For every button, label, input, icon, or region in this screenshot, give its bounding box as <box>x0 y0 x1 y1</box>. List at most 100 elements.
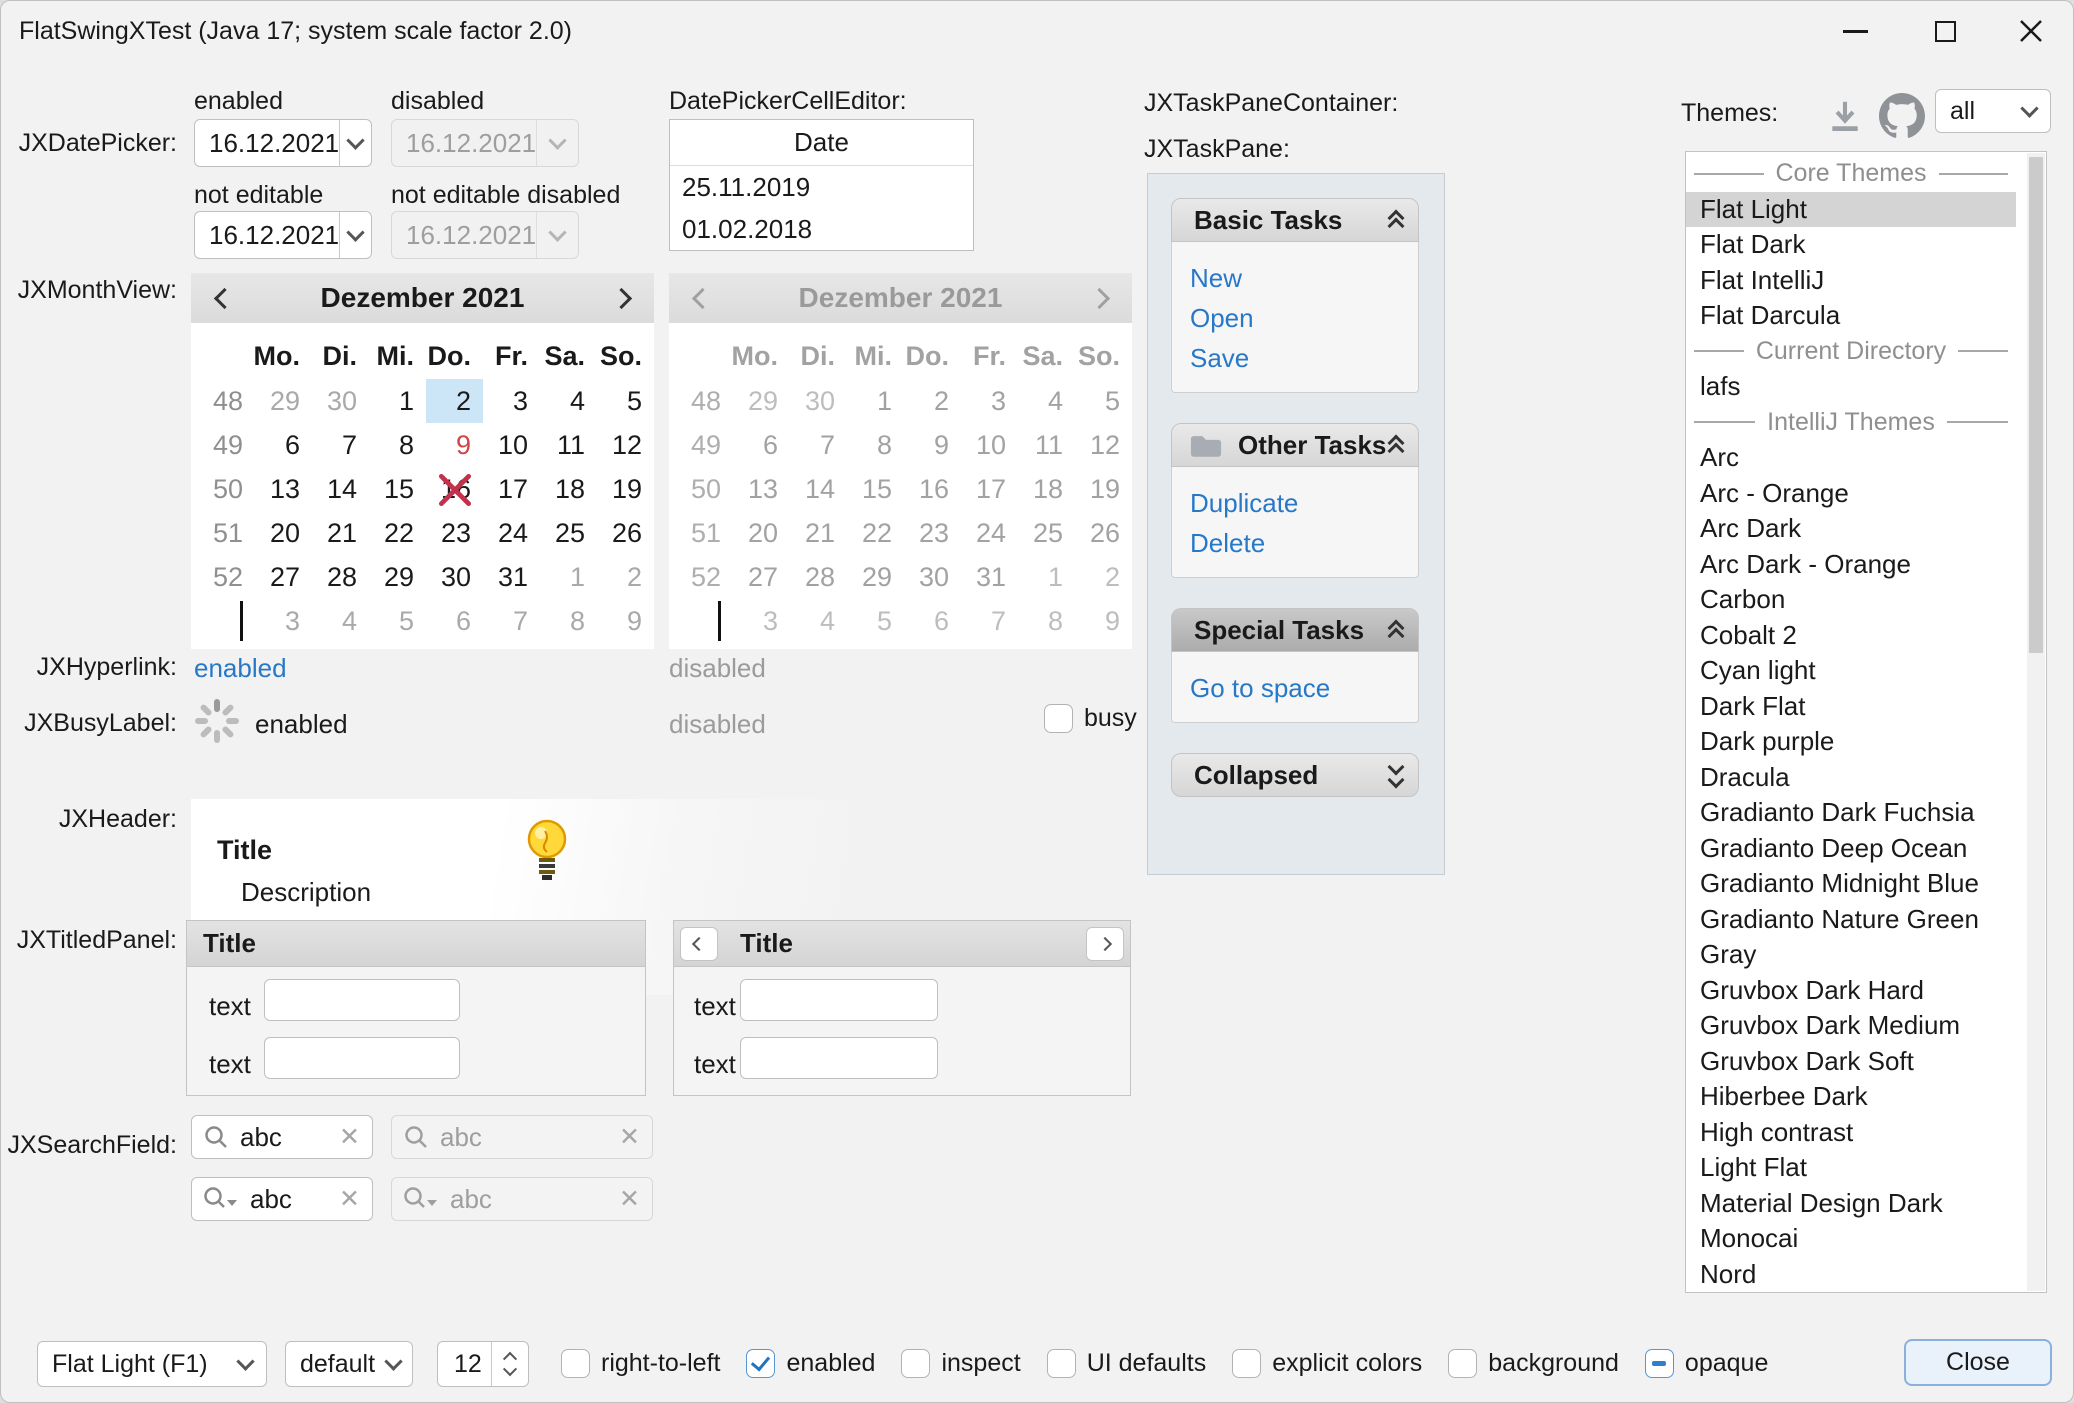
day-cell[interactable]: 7 <box>483 599 540 643</box>
day-cell[interactable]: 3 <box>483 379 540 423</box>
task-link-open[interactable]: Open <box>1190 298 1418 338</box>
theme-list-item[interactable]: Dark Flat <box>1686 689 2016 725</box>
theme-list-item[interactable]: Gruvbox Dark Medium <box>1686 1008 2016 1044</box>
day-cell[interactable]: 8 <box>540 599 597 643</box>
day-cell[interactable]: 19 <box>597 467 654 511</box>
checkbox-background[interactable]: background <box>1448 1349 1619 1378</box>
themes-filter-combo[interactable]: all <box>1935 89 2051 133</box>
day-cell[interactable]: 30 <box>426 555 483 599</box>
theme-list-item[interactable]: Dracula <box>1686 760 2016 796</box>
panel-prev-button[interactable] <box>680 927 718 961</box>
day-cell[interactable]: 24 <box>483 511 540 555</box>
day-cell[interactable]: 29 <box>369 555 426 599</box>
theme-list-item[interactable]: High contrast <box>1686 1115 2016 1151</box>
day-cell[interactable]: 6 <box>426 599 483 643</box>
day-cell[interactable]: 20 <box>255 511 312 555</box>
checkbox-ui-defaults[interactable]: UI defaults <box>1047 1349 1207 1378</box>
day-cell[interactable]: 1 <box>369 379 426 423</box>
day-cell[interactable]: 22 <box>369 511 426 555</box>
hyperlink-enabled[interactable]: enabled <box>194 653 287 684</box>
day-cell[interactable]: 4 <box>540 379 597 423</box>
day-cell[interactable]: 12 <box>597 423 654 467</box>
maximize-button[interactable] <box>1919 9 1971 53</box>
day-cell[interactable]: 16 <box>426 467 483 511</box>
next-month-button[interactable] <box>596 273 646 323</box>
search-input[interactable] <box>240 1183 327 1216</box>
text-field[interactable] <box>264 1037 460 1079</box>
day-cell[interactable]: 9 <box>597 599 654 643</box>
day-cell[interactable]: 9 <box>426 423 483 467</box>
day-cell[interactable]: 5 <box>597 379 654 423</box>
theme-list-item[interactable]: Hiberbee Dark <box>1686 1079 2016 1115</box>
theme-list-item[interactable]: Nord <box>1686 1257 2016 1293</box>
theme-list-item[interactable]: Flat IntelliJ <box>1686 263 2016 299</box>
datepicker-enabled[interactable]: 16.12.2021 <box>194 119 372 167</box>
theme-list-item[interactable]: Arc <box>1686 440 2016 476</box>
searchfield-enabled[interactable]: ✕ <box>191 1115 373 1159</box>
day-cell[interactable]: 21 <box>312 511 369 555</box>
task-link-new[interactable]: New <box>1190 258 1418 298</box>
prev-month-button[interactable] <box>199 273 249 323</box>
day-cell[interactable]: 2 <box>597 555 654 599</box>
panel-next-button[interactable] <box>1086 927 1124 961</box>
day-cell[interactable]: 4 <box>312 599 369 643</box>
close-button[interactable]: Close <box>1904 1339 2052 1386</box>
taskpane-header-other-tasks[interactable]: Other Tasks <box>1171 423 1419 467</box>
day-cell[interactable]: 30 <box>312 379 369 423</box>
theme-list-item[interactable]: Monocai <box>1686 1221 2016 1257</box>
checkbox-enabled[interactable]: enabled <box>746 1349 875 1378</box>
magnifier-dropdown-icon[interactable] <box>192 1185 240 1213</box>
table-row[interactable]: 25.11.2019 <box>670 166 973 208</box>
checkbox-explicit-colors[interactable]: explicit colors <box>1232 1349 1422 1378</box>
spinner-buttons[interactable] <box>491 1342 528 1386</box>
font-size-spinner[interactable]: 12 <box>437 1341 529 1387</box>
day-cell[interactable]: 27 <box>255 555 312 599</box>
scrollbar-thumb[interactable] <box>2029 157 2043 653</box>
text-field[interactable] <box>740 1037 938 1079</box>
search-input[interactable] <box>230 1121 327 1154</box>
theme-list-item[interactable]: Gradianto Deep Ocean <box>1686 831 2016 867</box>
day-cell[interactable]: 7 <box>312 423 369 467</box>
day-cell[interactable]: 14 <box>312 467 369 511</box>
date-value[interactable]: 16.12.2021 <box>195 128 339 159</box>
font-combo[interactable]: default <box>285 1341 413 1387</box>
day-cell[interactable]: 6 <box>255 423 312 467</box>
searchfield-dropdown-enabled[interactable]: ✕ <box>191 1177 373 1221</box>
github-icon[interactable] <box>1879 93 1925 139</box>
theme-list-item[interactable]: Cobalt 2 <box>1686 618 2016 654</box>
theme-list-item[interactable]: Gradianto Midnight Blue <box>1686 866 2016 902</box>
task-link-save[interactable]: Save <box>1190 338 1418 378</box>
day-cell[interactable]: 26 <box>597 511 654 555</box>
day-cell[interactable]: 29 <box>255 379 312 423</box>
day-cell[interactable]: 1 <box>540 555 597 599</box>
table-row[interactable]: 01.02.2018 <box>670 208 973 250</box>
text-field[interactable] <box>740 979 938 1021</box>
laf-combo[interactable]: Flat Light (F1) <box>37 1341 267 1387</box>
theme-list-item[interactable]: Gradianto Nature Green <box>1686 902 2016 938</box>
theme-list-item[interactable]: Material Design Dark <box>1686 1186 2016 1222</box>
theme-list-item[interactable]: Dark purple <box>1686 724 2016 760</box>
checkbox-opaque[interactable]: opaque <box>1645 1349 1768 1378</box>
theme-list-item[interactable]: Carbon <box>1686 582 2016 618</box>
day-cell[interactable]: 10 <box>483 423 540 467</box>
theme-list-item[interactable]: Arc Dark - Orange <box>1686 547 2016 583</box>
theme-list-item[interactable]: Gradianto Dark Fuchsia <box>1686 795 2016 831</box>
theme-list-item[interactable]: Arc - Orange <box>1686 476 2016 512</box>
theme-list-item[interactable]: Cyan light <box>1686 653 2016 689</box>
day-cell[interactable]: 13 <box>255 467 312 511</box>
day-cell[interactable]: 25 <box>540 511 597 555</box>
task-link-go-to-space[interactable]: Go to space <box>1190 668 1418 708</box>
task-link-duplicate[interactable]: Duplicate <box>1190 483 1418 523</box>
minimize-button[interactable] <box>1829 9 1881 53</box>
table-column-header[interactable]: Date <box>670 120 973 166</box>
task-link-delete[interactable]: Delete <box>1190 523 1418 563</box>
theme-list-item[interactable]: Arc Dark <box>1686 511 2016 547</box>
theme-list-item[interactable]: Flat Darcula <box>1686 298 2016 334</box>
day-cell[interactable]: 28 <box>312 555 369 599</box>
checkbox-inspect[interactable]: inspect <box>901 1349 1020 1378</box>
datepicker-dropdown-button[interactable] <box>339 212 371 258</box>
day-cell[interactable]: 2 <box>426 379 483 423</box>
day-cell[interactable]: 11 <box>540 423 597 467</box>
checkbox-busy[interactable]: busy <box>1044 704 1137 733</box>
taskpane-header-basic-tasks[interactable]: Basic Tasks <box>1171 198 1419 242</box>
